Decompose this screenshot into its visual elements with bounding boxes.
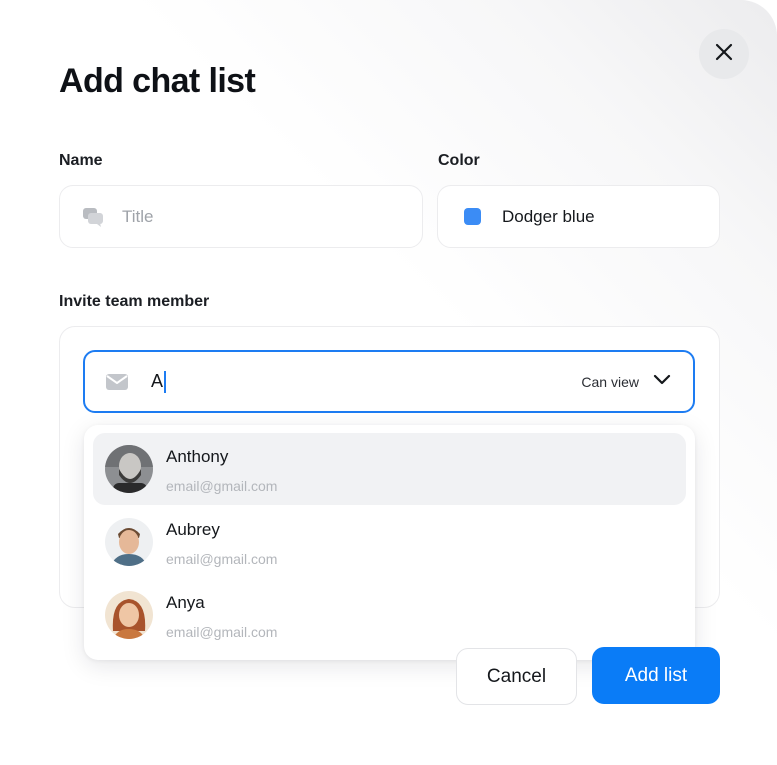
suggestion-email: email@gmail.com	[166, 551, 278, 567]
avatar	[105, 445, 153, 493]
name-placeholder: Title	[122, 206, 154, 226]
close-icon	[714, 42, 734, 67]
avatar	[105, 591, 153, 639]
chevron-down-icon	[653, 373, 671, 391]
close-button[interactable]	[699, 29, 749, 79]
suggestion-name: Anthony	[166, 447, 229, 466]
add-list-button[interactable]: Add list	[592, 647, 720, 704]
color-swatch	[464, 208, 481, 225]
invite-input-value: A	[151, 370, 166, 393]
chat-bubbles-icon	[81, 205, 105, 229]
suggestion-email: email@gmail.com	[166, 624, 278, 640]
suggestions-dropdown: Anthony email@gmail.com Aubrey email@gma…	[84, 425, 695, 660]
color-label: Color	[438, 152, 480, 169]
permission-label: Can view	[581, 373, 639, 390]
suggestion-name: Aubrey	[166, 520, 220, 539]
mail-icon	[105, 370, 129, 394]
invite-label: Invite team member	[59, 293, 210, 310]
color-select[interactable]: Dodger blue	[437, 185, 720, 248]
permission-dropdown[interactable]: Can view	[581, 373, 671, 391]
typed-text: A	[151, 371, 164, 391]
suggestion-item-aubrey[interactable]: Aubrey email@gmail.com	[93, 506, 686, 578]
suggestion-item-anthony[interactable]: Anthony email@gmail.com	[93, 433, 686, 505]
text-caret	[164, 370, 166, 393]
suggestion-email: email@gmail.com	[166, 478, 278, 494]
dialog-title: Add chat list	[59, 62, 256, 100]
color-value: Dodger blue	[502, 206, 595, 226]
suggestion-name: Anya	[166, 593, 205, 612]
avatar	[105, 518, 153, 566]
suggestion-item-anya[interactable]: Anya email@gmail.com	[93, 579, 686, 651]
name-label: Name	[59, 152, 103, 169]
name-field[interactable]: Title	[59, 185, 423, 248]
add-chat-list-dialog: Add chat list Name Title Color Dodger bl…	[0, 0, 777, 765]
invite-search-input[interactable]: A Can view	[83, 350, 695, 413]
cancel-button[interactable]: Cancel	[456, 648, 577, 705]
